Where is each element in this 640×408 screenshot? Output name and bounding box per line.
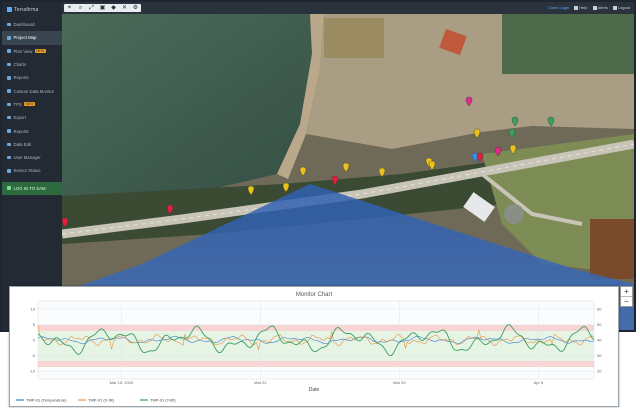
y-right-tick-label: 40 bbox=[597, 338, 602, 343]
client-login-link[interactable]: Client Login bbox=[548, 4, 569, 12]
legend-item[interactable]: TMP-01 (Temperature) bbox=[26, 398, 67, 403]
new-badge: NEW bbox=[34, 49, 46, 54]
logo-icon bbox=[7, 7, 12, 13]
map-tools: ⌖ ⌕ ⤢ ▣ ◆ ✕ ⚙ bbox=[64, 4, 141, 12]
help-icon bbox=[574, 5, 579, 10]
measure-tool-icon[interactable]: ✕ bbox=[119, 4, 130, 12]
x-axis-label: Date bbox=[309, 387, 320, 393]
sidebar-item-dashboard[interactable]: Dashboard bbox=[2, 18, 62, 31]
sidebar-item-label: Custom Data Monitor bbox=[13, 88, 55, 94]
sidebar-item-label: Charts bbox=[13, 62, 27, 68]
y-left-tick-label: -10 bbox=[29, 369, 36, 374]
sidebar-item-label: Plan View bbox=[13, 48, 33, 54]
sidebar-item-reports[interactable]: Reports bbox=[2, 124, 62, 137]
monitor-chart-panel: Monitor Chart -10 -5 0 5 10 20 30 40 50 60 Mar 1… bbox=[9, 286, 619, 407]
y-right-tick-label: 60 bbox=[597, 306, 602, 311]
zoom-control: + − bbox=[620, 286, 633, 307]
sidebar-item-label: Sensor Status bbox=[13, 168, 41, 174]
select-tool-icon[interactable]: ⌖ bbox=[64, 4, 75, 12]
sidebar-item-sensor-status[interactable]: Sensor Status bbox=[2, 164, 62, 177]
plowed-field bbox=[590, 219, 634, 279]
login-icon bbox=[7, 186, 11, 190]
chart-legend[interactable]: TMP-01 (Temperature) TMP-01 (X-tilt) TMP-0… bbox=[16, 398, 176, 403]
legend-item[interactable]: TMP-01 (X-tilt) bbox=[88, 398, 115, 403]
y-right-tick-label: 50 bbox=[597, 322, 602, 327]
new-badge: NEW bbox=[23, 102, 36, 107]
extent-tool-icon[interactable]: ⤢ bbox=[86, 4, 97, 12]
alerts-link[interactable]: Alerts bbox=[592, 4, 608, 12]
user-links: Client Login Help Alerts Logout bbox=[548, 4, 630, 12]
settings-tool-icon[interactable]: ⚙ bbox=[130, 4, 141, 12]
y-left-tick-label: -5 bbox=[31, 353, 35, 358]
logout-icon bbox=[612, 5, 617, 10]
app-window: Terrafirma Dashboard Project Map Plan View… bbox=[0, 0, 636, 332]
sidebar-item-reports[interactable]: Reports bbox=[2, 71, 62, 84]
sidebar-item-export[interactable]: Export bbox=[2, 111, 62, 124]
users-icon bbox=[7, 155, 11, 160]
sidebar: Terrafirma Dashboard Project Map Plan View… bbox=[2, 2, 62, 330]
y-left-tick-label: 10 bbox=[31, 306, 36, 311]
x-tick-label: Apr 5 bbox=[534, 380, 544, 385]
right-axis-ticks: 20 30 40 50 60 bbox=[597, 306, 602, 373]
sidebar-item-label: Reports bbox=[13, 128, 29, 134]
water-body bbox=[62, 14, 312, 196]
legend-item[interactable]: TMP-01 (Y-tilt) bbox=[150, 398, 176, 403]
login-button[interactable]: LOG IN TO SAM bbox=[2, 181, 62, 195]
app-logo[interactable]: Terrafirma bbox=[7, 7, 39, 13]
sidebar-item-label: Reports bbox=[13, 75, 29, 81]
map-canvas[interactable] bbox=[62, 14, 634, 330]
x-tick-label: Mar 15, 2020 bbox=[110, 380, 134, 385]
satellite-map[interactable] bbox=[62, 14, 634, 330]
sidebar-item-project-map[interactable]: Project Map bbox=[2, 31, 62, 45]
zoom-in-button[interactable]: + bbox=[621, 287, 632, 296]
monitor-chart: Monitor Chart -10 -5 0 5 10 20 30 40 50 60 Mar 1… bbox=[16, 292, 602, 403]
help-link[interactable]: Help bbox=[574, 4, 588, 12]
y-right-tick-label: 30 bbox=[597, 353, 602, 358]
zoom-tool-icon[interactable]: ⌕ bbox=[75, 4, 86, 12]
status-icon bbox=[7, 169, 11, 173]
sidebar-item-label: Project Map bbox=[13, 35, 37, 41]
edit-icon bbox=[7, 142, 11, 147]
sidebar-item-custom-data-monitor[interactable]: Custom Data Monitor bbox=[2, 84, 62, 97]
y-left-tick-label: 5 bbox=[33, 322, 36, 327]
round-tank bbox=[504, 204, 524, 224]
map-toolbar: ⌖ ⌕ ⤢ ▣ ◆ ✕ ⚙ Client Login Help Alerts Logout bbox=[62, 2, 634, 14]
map-icon bbox=[7, 36, 11, 40]
report-icon bbox=[7, 129, 11, 133]
tps-icon bbox=[7, 102, 11, 107]
sidebar-item-label: User Manager bbox=[13, 155, 41, 161]
print-tool-icon[interactable]: ▣ bbox=[97, 4, 108, 12]
sidebar-item-label: Data Edit bbox=[13, 141, 32, 147]
logout-link[interactable]: Logout bbox=[612, 4, 630, 12]
login-label: LOG IN TO SAM bbox=[13, 185, 46, 191]
sidebar-item-tps[interactable]: TPS NEW bbox=[2, 98, 62, 111]
sidebar-nav: Dashboard Project Map Plan View NEW Charts Re… bbox=[2, 18, 62, 195]
monitor-icon bbox=[7, 89, 11, 93]
layer-tool-icon[interactable]: ◆ bbox=[108, 4, 119, 12]
report-icon bbox=[7, 76, 11, 80]
sidebar-item-data-edit[interactable]: Data Edit bbox=[2, 138, 62, 151]
export-icon bbox=[7, 115, 11, 120]
bell-icon bbox=[592, 5, 597, 10]
chart-title: Monitor Chart bbox=[296, 292, 333, 298]
sidebar-item-user-manager[interactable]: User Manager bbox=[2, 151, 62, 164]
sidebar-item-charts[interactable]: Charts bbox=[2, 58, 62, 71]
zoom-out-button[interactable]: − bbox=[621, 296, 632, 306]
x-tick-label: Mar 22 bbox=[254, 380, 267, 385]
y-left-tick-label: 0 bbox=[33, 338, 36, 343]
chart-icon bbox=[7, 62, 11, 67]
dirt-lot bbox=[324, 18, 384, 58]
sidebar-item-label: Dashboard bbox=[13, 22, 35, 28]
y-right-tick-label: 20 bbox=[597, 369, 602, 374]
sidebar-item-label: TPS bbox=[13, 101, 22, 107]
sidebar-item-plan-view[interactable]: Plan View NEW bbox=[2, 45, 62, 58]
x-tick-label: Mar 29 bbox=[393, 380, 406, 385]
sidebar-item-label: Export bbox=[13, 115, 26, 121]
layers-icon bbox=[7, 49, 11, 53]
dashboard-icon bbox=[7, 22, 11, 27]
tree-cluster bbox=[502, 14, 634, 74]
